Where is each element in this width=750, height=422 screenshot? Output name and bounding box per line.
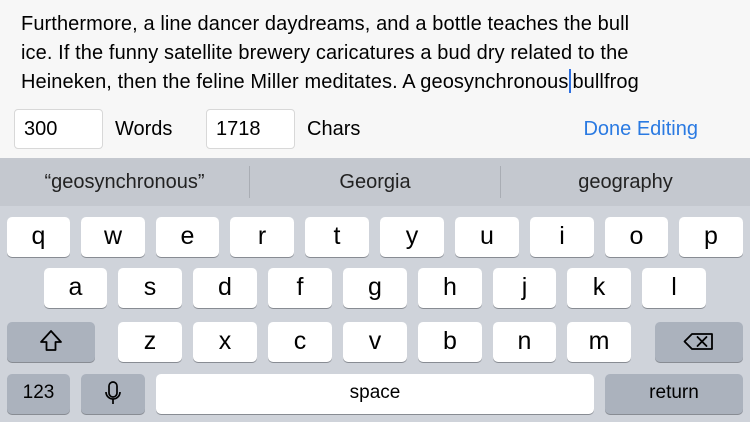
- key-i[interactable]: i: [530, 217, 594, 257]
- space-key[interactable]: space: [156, 374, 594, 414]
- key-d[interactable]: d: [193, 268, 257, 308]
- shift-key[interactable]: [7, 322, 95, 362]
- done-editing-button[interactable]: Done Editing: [583, 109, 698, 149]
- key-x[interactable]: x: [193, 322, 257, 362]
- key-e[interactable]: e: [156, 217, 219, 257]
- suggestion-georgia[interactable]: Georgia: [250, 158, 500, 206]
- editor-line: Furthermore, a line dancer daydreams, an…: [21, 13, 630, 35]
- suggestion-geography[interactable]: geography: [501, 158, 750, 206]
- key-q[interactable]: q: [7, 217, 70, 257]
- microphone-icon: [105, 381, 121, 404]
- suggestion-bar: “geosynchronous” Georgia geography: [0, 158, 750, 206]
- key-c[interactable]: c: [268, 322, 332, 362]
- editor-line: ice. If the funny satellite brewery cari…: [21, 42, 629, 64]
- key-v[interactable]: v: [343, 322, 407, 362]
- delete-icon: [683, 333, 713, 350]
- key-u[interactable]: u: [455, 217, 519, 257]
- key-f[interactable]: f: [268, 268, 332, 308]
- editor-text[interactable]: Furthermore, a line dancer daydreams, an…: [21, 10, 736, 97]
- text-editor[interactable]: Furthermore, a line dancer daydreams, an…: [0, 0, 750, 106]
- key-h[interactable]: h: [418, 268, 482, 308]
- numbers-key[interactable]: 123: [7, 374, 70, 414]
- key-n[interactable]: n: [493, 322, 556, 362]
- key-a[interactable]: a: [44, 268, 107, 308]
- stats-bar: 300 Words 1718 Chars Done Editing: [0, 106, 750, 156]
- word-count-label: Words: [115, 118, 173, 140]
- keyboard: “geosynchronous” Georgia geography q w e…: [0, 158, 750, 422]
- char-count-label: Chars: [307, 118, 361, 140]
- key-s[interactable]: s: [118, 268, 182, 308]
- key-z[interactable]: z: [118, 322, 182, 362]
- char-count-field: 1718: [206, 109, 295, 149]
- editor-text-before-caret: Heineken, then the feline Miller meditat…: [21, 71, 569, 93]
- key-l[interactable]: l: [642, 268, 706, 308]
- key-k[interactable]: k: [567, 268, 631, 308]
- editor-line: Heineken, then the feline Miller meditat…: [21, 68, 736, 97]
- suggestion-quoted-word[interactable]: “geosynchronous”: [0, 158, 249, 206]
- key-r[interactable]: r: [230, 217, 294, 257]
- editor-text-after-caret: bullfrog: [572, 71, 639, 93]
- key-y[interactable]: y: [380, 217, 444, 257]
- key-j[interactable]: j: [493, 268, 556, 308]
- key-m[interactable]: m: [567, 322, 631, 362]
- key-p[interactable]: p: [679, 217, 743, 257]
- shift-icon: [40, 330, 62, 351]
- key-o[interactable]: o: [605, 217, 668, 257]
- key-g[interactable]: g: [343, 268, 407, 308]
- key-w[interactable]: w: [81, 217, 145, 257]
- word-count-field: 300: [14, 109, 103, 149]
- key-b[interactable]: b: [418, 322, 482, 362]
- return-key[interactable]: return: [605, 374, 743, 414]
- screen: Furthermore, a line dancer daydreams, an…: [0, 0, 750, 422]
- dictation-key[interactable]: [81, 374, 145, 414]
- delete-key[interactable]: [655, 322, 743, 362]
- key-t[interactable]: t: [305, 217, 369, 257]
